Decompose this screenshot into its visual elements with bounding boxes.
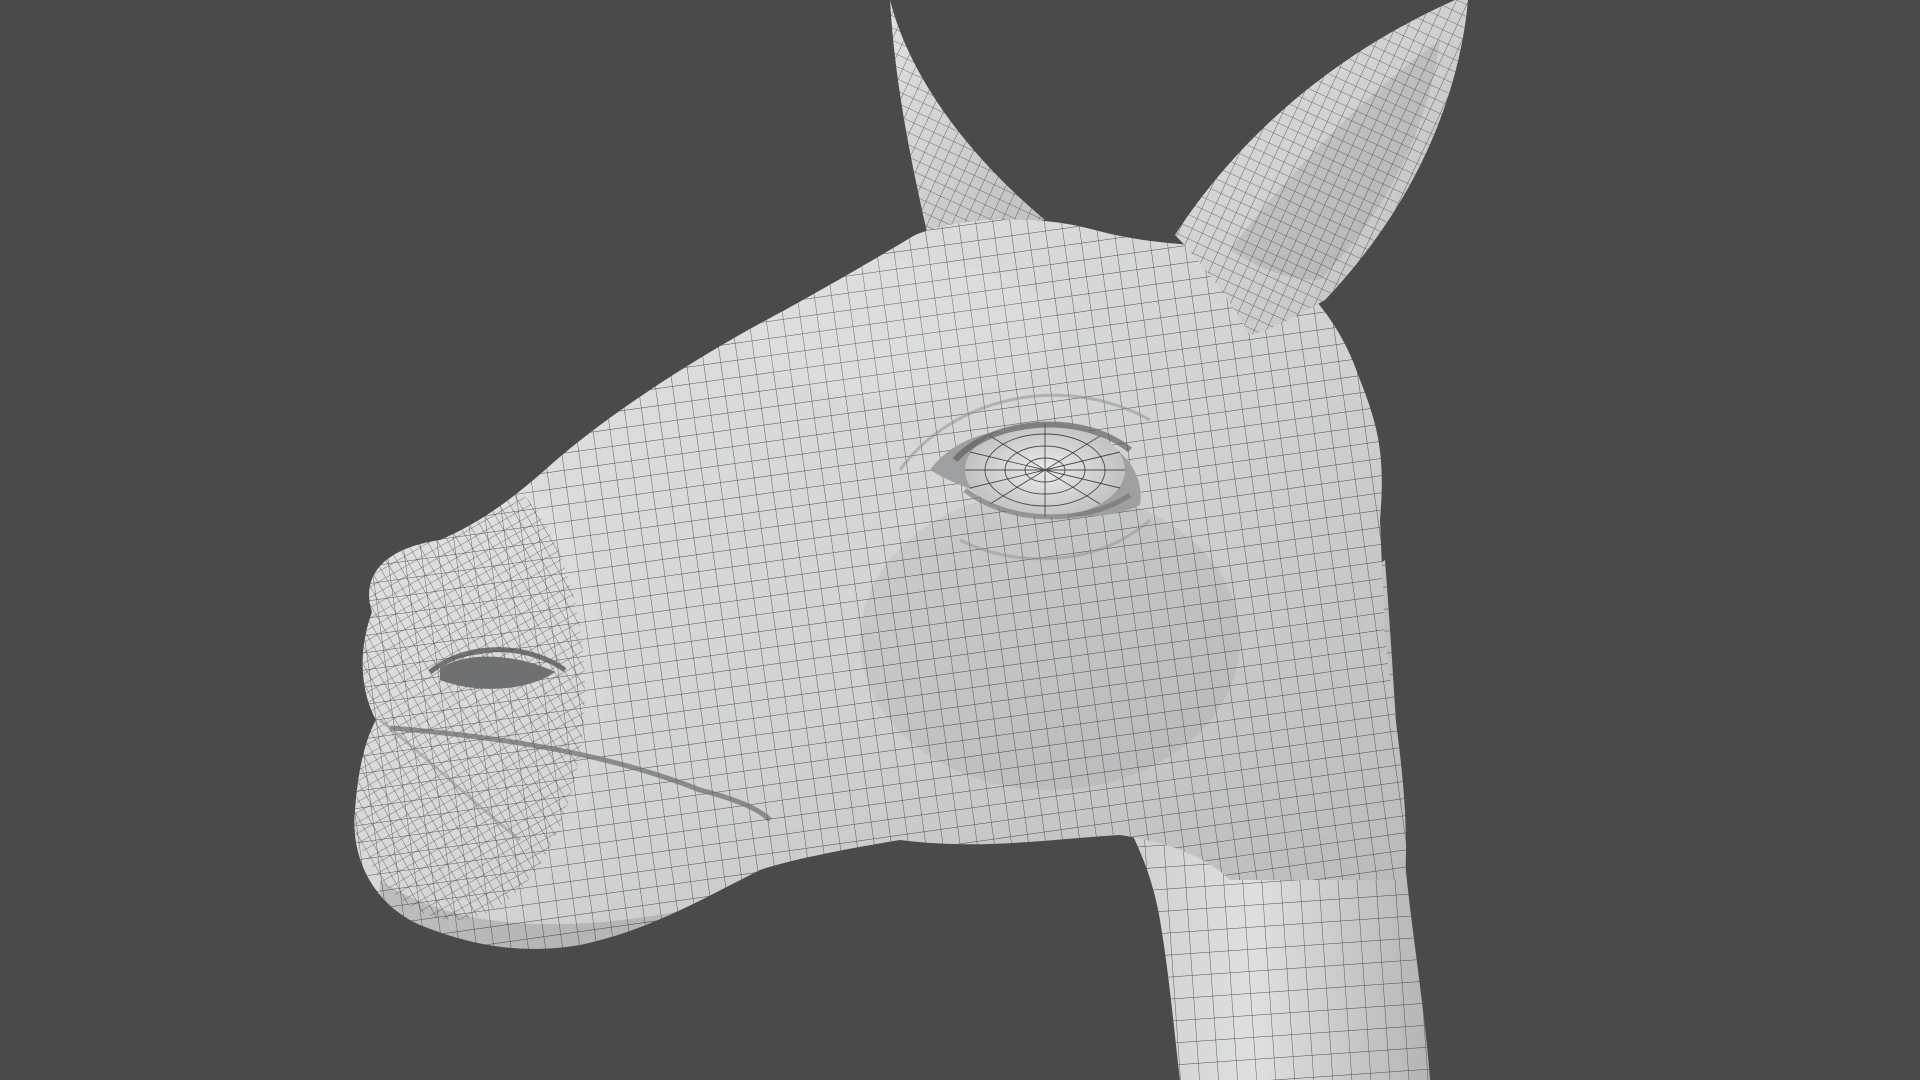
head bbox=[354, 219, 1406, 949]
3d-viewport[interactable] bbox=[0, 0, 1920, 1080]
right-ear bbox=[1175, 0, 1468, 335]
llama-mesh-render bbox=[354, 0, 1468, 1080]
left-ear bbox=[890, 0, 1045, 245]
